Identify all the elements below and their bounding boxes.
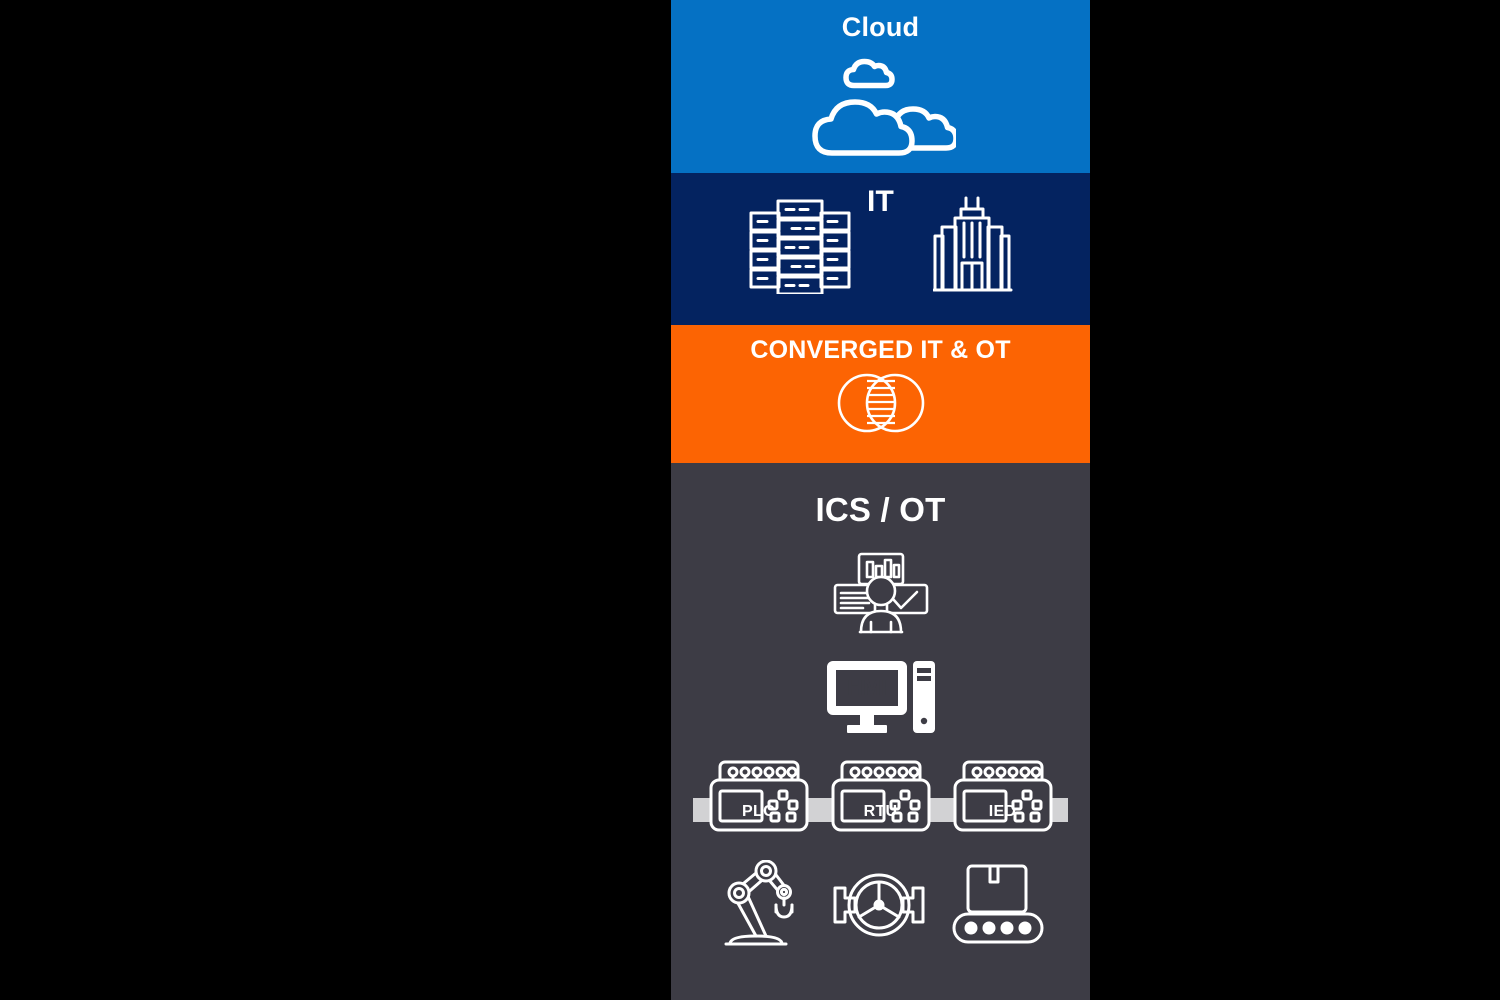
cloud-stack-icon xyxy=(806,49,959,166)
band-converged-title: CONVERGED IT & OT xyxy=(750,336,1011,364)
row-field-equipment xyxy=(671,859,1090,955)
ied-device[interactable]: IED xyxy=(951,758,1055,839)
band-ics-ot-title: ICS / OT xyxy=(815,491,946,528)
server-rack-icon xyxy=(747,196,853,299)
device-list: PLC RTU IED xyxy=(671,758,1090,839)
it-icon-row xyxy=(671,195,1090,300)
band-converged: CONVERGED IT & OT xyxy=(671,325,1090,463)
row-controller-devices: PLC RTU IED xyxy=(671,758,1090,846)
band-cloud-title: Cloud xyxy=(841,12,920,42)
valve-icon xyxy=(832,866,926,949)
hmi-screen-label: HMI xyxy=(846,675,886,700)
technology-stack-diagram: Cloud IT CONVERGED IT & OT ICS / OT HMI … xyxy=(671,0,1090,1000)
robot-arm-icon xyxy=(718,859,806,955)
band-cloud: Cloud xyxy=(671,0,1090,173)
plc-device[interactable]: PLC xyxy=(707,758,811,839)
office-building-icon xyxy=(932,195,1015,300)
operator-workstation-icon xyxy=(833,552,929,639)
band-it: IT xyxy=(671,173,1090,325)
row-operator xyxy=(671,552,1090,639)
band-ics-ot: ICS / OT HMI PLC RTU IED xyxy=(671,463,1090,1000)
rtu-device[interactable]: RTU xyxy=(829,758,933,839)
hmi-computer-icon: HMI xyxy=(826,661,935,740)
venn-overlap-icon xyxy=(823,372,939,439)
conveyor-belt-icon xyxy=(952,862,1044,953)
row-hmi: HMI xyxy=(671,661,1090,740)
